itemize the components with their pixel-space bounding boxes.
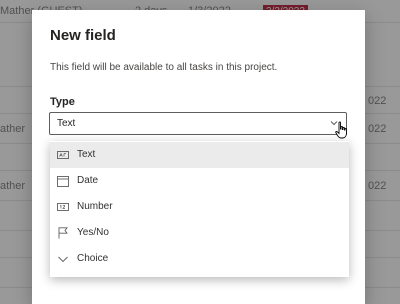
option-yes-no[interactable]: Yes/No — [50, 220, 349, 246]
chevron-down-icon — [58, 256, 68, 263]
option-label: Text — [77, 149, 96, 160]
option-text[interactable]: Text — [50, 142, 349, 168]
option-label: Number — [77, 201, 113, 212]
type-dropdown-value: Text — [57, 118, 76, 129]
type-dropdown[interactable]: Text — [49, 112, 347, 139]
dialog-description: This field will be available to all task… — [50, 62, 278, 73]
option-date[interactable]: Date — [50, 168, 349, 194]
number-icon — [57, 203, 69, 211]
option-choice[interactable]: Choice — [50, 246, 349, 272]
option-label: Yes/No — [77, 227, 109, 238]
dialog-title: New field — [50, 27, 116, 44]
calendar-icon — [57, 176, 69, 187]
type-label: Type — [50, 96, 75, 108]
type-options-list: Text Date Number Yes/No Choice — [50, 141, 349, 277]
flag-icon — [58, 227, 68, 239]
text-field-icon — [57, 151, 69, 159]
option-label: Choice — [77, 253, 109, 264]
hand-cursor-icon — [335, 121, 347, 139]
option-number[interactable]: Number — [50, 194, 349, 220]
option-label: Date — [77, 175, 99, 186]
